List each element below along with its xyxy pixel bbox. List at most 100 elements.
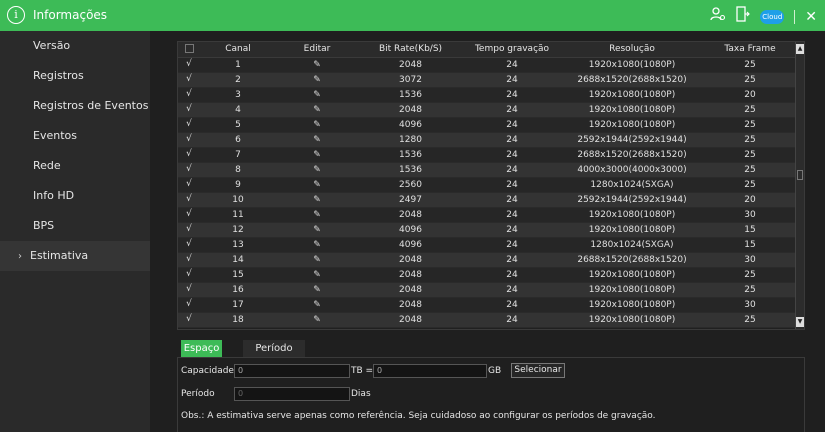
cloud-icon[interactable]: Cloud [760,9,785,24]
cell-tempo: 24 [463,162,561,178]
cell-tempo: 24 [463,282,561,298]
cell-bitrate: 2048 [358,282,463,298]
edit-icon[interactable]: ✎ [276,162,358,178]
tb-input[interactable]: 0 [373,364,487,378]
cell-taxa: 25 [703,72,797,88]
row-checkbox[interactable]: √ [178,252,200,268]
scroll-up-icon[interactable]: ▲ [796,44,804,54]
edit-icon[interactable]: ✎ [276,57,358,73]
table-row[interactable]: √ 5 ✎ 4096 24 1920x1080(1080P) 25 [178,117,797,133]
row-checkbox[interactable]: √ [178,147,200,163]
row-checkbox[interactable]: √ [178,282,200,298]
cell-tempo: 24 [463,132,561,148]
sidebar-item-registros[interactable]: Registros [0,61,150,91]
periodo-input[interactable]: 0 [234,387,350,401]
table-row[interactable]: √ 2 ✎ 3072 24 2688x1520(2688x1520) 25 [178,72,797,88]
selecionar-button[interactable]: Selecionar [511,363,565,378]
tab-periodo[interactable]: Período [243,340,305,357]
cell-canal: 1 [200,57,276,73]
table-scrollbar[interactable]: ▲ ▼ [795,42,804,329]
table-row[interactable]: √ 7 ✎ 1536 24 2688x1520(2688x1520) 25 [178,147,797,163]
capacidade-label: Capacidade [181,366,234,376]
edit-icon[interactable]: ✎ [276,267,358,283]
edit-icon[interactable]: ✎ [276,282,358,298]
row-checkbox[interactable]: √ [178,72,200,88]
scroll-thumb[interactable] [797,170,803,180]
cell-resolucao: 1280x1024(SXGA) [561,237,703,253]
table-row[interactable]: √ 13 ✎ 4096 24 1280x1024(SXGA) 15 [178,237,797,253]
edit-icon[interactable]: ✎ [276,87,358,103]
row-checkbox[interactable]: √ [178,312,200,328]
edit-icon[interactable]: ✎ [276,72,358,88]
table-row[interactable]: √ 12 ✎ 4096 24 1920x1080(1080P) 15 [178,222,797,238]
sidebar-item-estimativa[interactable]: › Estimativa [0,241,150,271]
tab-espaco[interactable]: Espaço [181,340,222,357]
cell-resolucao: 1920x1080(1080P) [561,222,703,238]
cell-taxa: 25 [703,102,797,118]
row-checkbox[interactable]: √ [178,162,200,178]
table-row[interactable]: √ 6 ✎ 1280 24 2592x1944(2592x1944) 25 [178,132,797,148]
table-row[interactable]: √ 9 ✎ 2560 24 1280x1024(SXGA) 25 [178,177,797,193]
row-checkbox[interactable]: √ [178,102,200,118]
sidebar-item-bps[interactable]: BPS [0,211,150,241]
row-checkbox[interactable]: √ [178,87,200,103]
table-row[interactable]: √ 14 ✎ 2048 24 2688x1520(2688x1520) 30 [178,252,797,268]
sidebar: Versão Registros Registros de Eventos Ev… [0,31,150,432]
cell-tempo: 24 [463,297,561,313]
sidebar-item-versao[interactable]: Versão [0,31,150,61]
table-row[interactable]: √ 1 ✎ 2048 24 1920x1080(1080P) 25 [178,57,797,73]
cell-bitrate: 2048 [358,252,463,268]
row-checkbox[interactable]: √ [178,117,200,133]
dias-label: Dias [351,389,371,399]
table-row[interactable]: √ 17 ✎ 2048 24 1920x1080(1080P) 30 [178,297,797,313]
row-checkbox[interactable]: √ [178,207,200,223]
table-row[interactable]: √ 4 ✎ 2048 24 1920x1080(1080P) 25 [178,102,797,118]
cell-taxa: 20 [703,87,797,103]
row-checkbox[interactable]: √ [178,132,200,148]
edit-icon[interactable]: ✎ [276,222,358,238]
edit-icon[interactable]: ✎ [276,102,358,118]
edit-icon[interactable]: ✎ [276,207,358,223]
cell-taxa: 20 [703,192,797,208]
cell-taxa: 30 [703,207,797,223]
edit-icon[interactable]: ✎ [276,177,358,193]
sidebar-item-eventos[interactable]: Eventos [0,121,150,151]
logout-icon[interactable] [736,6,751,27]
row-checkbox[interactable]: √ [178,297,200,313]
row-checkbox[interactable]: √ [178,267,200,283]
edit-icon[interactable]: ✎ [276,147,358,163]
edit-icon[interactable]: ✎ [276,297,358,313]
cell-canal: 6 [200,132,276,148]
sidebar-item-rede[interactable]: Rede [0,151,150,181]
sidebar-item-registros-eventos[interactable]: Registros de Eventos [0,91,150,121]
user-settings-icon[interactable] [710,6,726,27]
edit-icon[interactable]: ✎ [276,117,358,133]
sidebar-item-info-hd[interactable]: Info HD [0,181,150,211]
row-checkbox[interactable]: √ [178,222,200,238]
row-checkbox[interactable]: √ [178,237,200,253]
cell-resolucao: 1920x1080(1080P) [561,282,703,298]
edit-icon[interactable]: ✎ [276,312,358,328]
capacidade-input[interactable]: 0 [234,364,350,378]
close-icon[interactable]: ✕ [805,8,817,26]
table-row[interactable]: √ 10 ✎ 2497 24 2592x1944(2592x1944) 20 [178,192,797,208]
table-row[interactable]: √ 18 ✎ 2048 24 1920x1080(1080P) 25 [178,312,797,328]
table-row[interactable]: √ 15 ✎ 2048 24 1920x1080(1080P) 25 [178,267,797,283]
edit-icon[interactable]: ✎ [276,252,358,268]
table-row[interactable]: √ 16 ✎ 2048 24 1920x1080(1080P) 25 [178,282,797,298]
cell-resolucao: 2592x1944(2592x1944) [561,132,703,148]
cell-tempo: 24 [463,222,561,238]
row-checkbox[interactable]: √ [178,177,200,193]
table-row[interactable]: √ 8 ✎ 1536 24 4000x3000(4000x3000) 25 [178,162,797,178]
row-checkbox[interactable]: √ [178,192,200,208]
edit-icon[interactable]: ✎ [276,132,358,148]
table-row[interactable]: √ 11 ✎ 2048 24 1920x1080(1080P) 30 [178,207,797,223]
scroll-down-icon[interactable]: ▼ [796,317,804,327]
row-checkbox[interactable]: √ [178,57,200,73]
edit-icon[interactable]: ✎ [276,237,358,253]
select-all-checkbox[interactable] [178,42,200,58]
cell-taxa: 25 [703,147,797,163]
edit-icon[interactable]: ✎ [276,192,358,208]
cell-taxa: 15 [703,222,797,238]
table-row[interactable]: √ 3 ✎ 1536 24 1920x1080(1080P) 20 [178,87,797,103]
